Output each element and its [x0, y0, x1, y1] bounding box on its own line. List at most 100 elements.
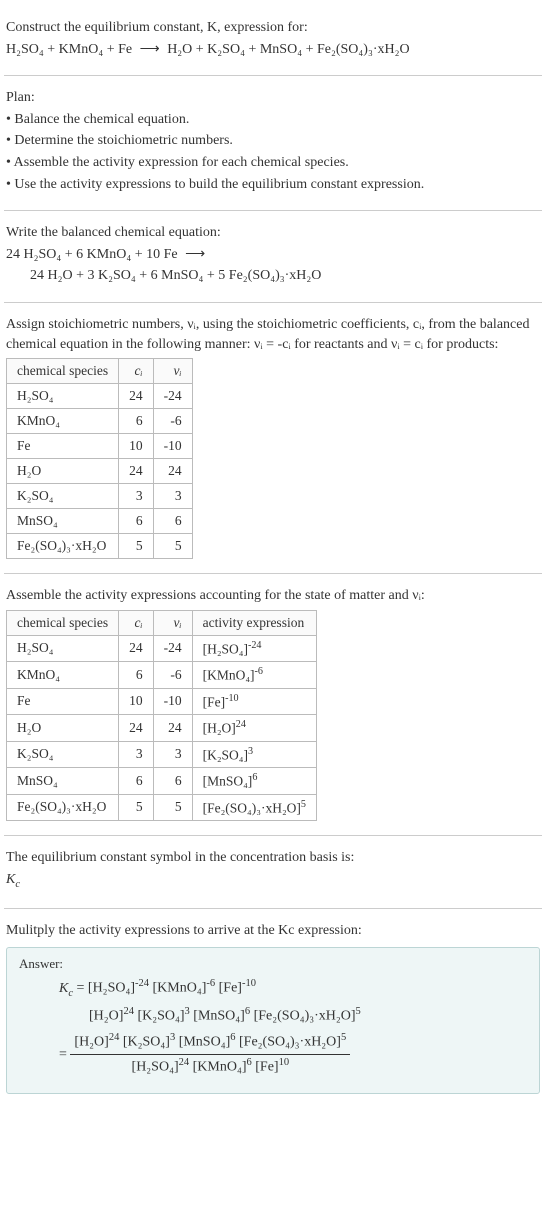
- cell-vi: -6: [153, 662, 192, 689]
- expr-part: [Fe]: [255, 1060, 278, 1075]
- table-row: H₂O2424: [7, 459, 193, 484]
- expr-part: [Fe₂(SO₄)₃·xH₂O]: [239, 1035, 341, 1050]
- table-row: H₂O2424[H₂O]24: [7, 715, 317, 742]
- ae-exp: 3: [248, 746, 253, 757]
- cell-activity-expr: [Fe]-10: [192, 688, 316, 715]
- plan-item-1: • Balance the chemical equation.: [6, 110, 540, 130]
- expr-exp: 5: [341, 1032, 346, 1043]
- cell-ci: 6: [119, 409, 154, 434]
- kc-symbol: Kc: [59, 981, 73, 996]
- cell-ci: 24: [119, 459, 154, 484]
- expr-exp: -10: [242, 978, 256, 989]
- col-species: chemical species: [7, 359, 119, 384]
- cell-species: H₂SO₄: [7, 635, 119, 662]
- table-row: Fe₂(SO₄)₃·xH₂O55[Fe₂(SO₄)₃·xH₂O]5: [7, 794, 317, 821]
- intro-equation: H₂SO₄ + KMnO₄ + Fe ⟶ H₂O + K₂SO₄ + MnSO₄…: [6, 40, 540, 60]
- ae-base: [Fe₂(SO₄)₃·xH₂O]: [203, 800, 301, 815]
- expr-exp: 24: [109, 1032, 120, 1043]
- stoich-heading: Assign stoichiometric numbers, νᵢ, using…: [6, 315, 540, 354]
- cell-vi: 5: [153, 794, 192, 821]
- expr-exp: 10: [279, 1057, 290, 1068]
- cell-species: Fe: [7, 434, 119, 459]
- final-heading: Mulitply the activity expressions to arr…: [6, 921, 540, 941]
- col-vi: νᵢ: [153, 359, 192, 384]
- reaction-arrow-icon: ⟶: [181, 247, 209, 262]
- balanced-lhs-line: 24 H₂SO₄ + 6 KMnO₄ + 10 Fe ⟶: [6, 245, 540, 265]
- balanced-rhs-line: 24 H₂O + 3 K₂SO₄ + 6 MnSO₄ + 5 Fe₂(SO₄)₃…: [6, 266, 540, 286]
- cell-activity-expr: [H₂SO₄]-24: [192, 635, 316, 662]
- cell-ci: 6: [119, 509, 154, 534]
- cell-ci: 3: [119, 741, 154, 768]
- cell-ci: 5: [119, 534, 154, 559]
- cell-ci: 24: [119, 715, 154, 742]
- cell-species: H₂O: [7, 459, 119, 484]
- col-vi: νᵢ: [153, 610, 192, 635]
- cell-activity-expr: [K₂SO₄]3: [192, 741, 316, 768]
- cell-vi: 3: [153, 484, 192, 509]
- expr-part: [KMnO₄]: [193, 1060, 247, 1075]
- expr-exp: 5: [356, 1006, 361, 1017]
- activity-heading: Assemble the activity expressions accoun…: [6, 586, 540, 606]
- fraction-denominator: [H₂SO₄]24 [KMnO₄]6 [Fe]10: [70, 1055, 350, 1079]
- kc-letter: K: [6, 872, 15, 887]
- cell-species: Fe₂(SO₄)₃·xH₂O: [7, 534, 119, 559]
- cell-species: K₂SO₄: [7, 741, 119, 768]
- table-row: Fe₂(SO₄)₃·xH₂O55: [7, 534, 193, 559]
- ae-base: [H₂SO₄]: [203, 641, 248, 656]
- col-activity-expr: activity expression: [192, 610, 316, 635]
- expr-part: [KMnO₄]: [153, 981, 207, 996]
- ae-exp: -24: [248, 640, 261, 651]
- symbol-kc: Kc: [6, 870, 540, 892]
- ae-exp: -10: [225, 693, 238, 704]
- table-header-row: chemical species cᵢ νᵢ activity expressi…: [7, 610, 317, 635]
- cell-ci: 5: [119, 794, 154, 821]
- table-row: KMnO₄6-6: [7, 409, 193, 434]
- ae-exp: -6: [255, 666, 263, 677]
- expr-exp: 24: [123, 1006, 134, 1017]
- table-row: K₂SO₄33[K₂SO₄]3: [7, 741, 317, 768]
- kc-sub: c: [68, 987, 73, 998]
- stoich-section: Assign stoichiometric numbers, νᵢ, using…: [4, 303, 542, 574]
- symbol-section: The equilibrium constant symbol in the c…: [4, 836, 542, 909]
- equals-sign: =: [59, 1047, 70, 1062]
- expr-exp: -6: [206, 978, 215, 989]
- intro-line: Construct the equilibrium constant, K, e…: [6, 18, 540, 38]
- expr-part: [MnSO₄]: [193, 1009, 245, 1024]
- cell-ci: 10: [119, 688, 154, 715]
- cell-ci: 24: [119, 635, 154, 662]
- cell-ci: 6: [119, 768, 154, 795]
- expr-part: [H₂O]: [89, 1009, 123, 1024]
- expr-exp: 3: [185, 1006, 190, 1017]
- cell-vi: 24: [153, 459, 192, 484]
- cell-species: K₂SO₄: [7, 484, 119, 509]
- kc-letter: K: [59, 981, 68, 996]
- kc-sub: c: [15, 879, 20, 890]
- fraction: [H₂O]24 [K₂SO₄]3 [MnSO₄]6 [Fe₂(SO₄)₃·xH₂…: [70, 1030, 350, 1079]
- plan-section: Plan: • Balance the chemical equation. •…: [4, 76, 542, 211]
- cell-vi: -10: [153, 434, 192, 459]
- expr-part: [K₂SO₄]: [137, 1009, 184, 1024]
- intro-text: Construct the equilibrium constant, K, e…: [6, 20, 308, 35]
- table-row: Fe10-10[Fe]-10: [7, 688, 317, 715]
- expr-part: = [H₂SO₄]: [77, 981, 136, 996]
- expr-exp: 6: [245, 1006, 250, 1017]
- cell-vi: -24: [153, 384, 192, 409]
- activity-section: Assemble the activity expressions accoun…: [4, 574, 542, 836]
- ae-base: [MnSO₄]: [203, 774, 253, 789]
- expr-exp: 6: [230, 1032, 235, 1043]
- ae-exp: 5: [301, 799, 306, 810]
- col-ci: cᵢ: [119, 359, 154, 384]
- cell-ci: 3: [119, 484, 154, 509]
- plan-heading: Plan:: [6, 88, 540, 108]
- cell-vi: 24: [153, 715, 192, 742]
- intro-eq-rhs: H₂O + K₂SO₄ + MnSO₄ + Fe₂(SO₄)₃·xH₂O: [167, 42, 409, 57]
- intro-eq-lhs: H₂SO₄ + KMnO₄ + Fe: [6, 42, 132, 57]
- expr-part: [H₂O]: [74, 1035, 108, 1050]
- cell-activity-expr: [H₂O]24: [192, 715, 316, 742]
- page: Construct the equilibrium constant, K, e…: [0, 0, 546, 1114]
- cell-species: Fe₂(SO₄)₃·xH₂O: [7, 794, 119, 821]
- table-row: MnSO₄66[MnSO₄]6: [7, 768, 317, 795]
- expr-part: [K₂SO₄]: [123, 1035, 170, 1050]
- col-ci: cᵢ: [119, 610, 154, 635]
- ae-base: [H₂O]: [203, 721, 236, 736]
